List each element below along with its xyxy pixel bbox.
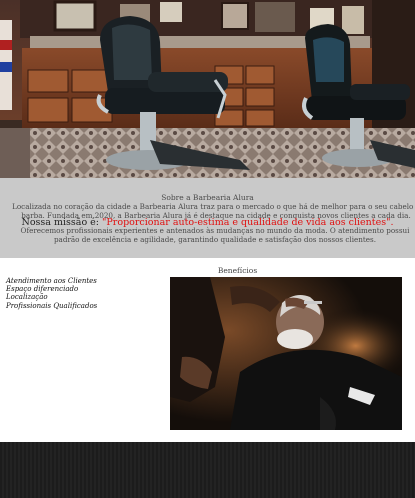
barbershop-interior-illustration (0, 0, 415, 178)
barber-shaving-illustration (170, 277, 402, 430)
benefit-item: Localização (6, 293, 48, 302)
benefits-list: Atendimento aos Clientes Espaço diferenc… (6, 277, 97, 310)
barber-shaving-photo (170, 277, 402, 430)
about-title: Sobre a Barbearia Alura (161, 193, 254, 202)
benefit-item: Profissionais Qualificados (6, 301, 98, 310)
about-section: Sobre a Barbearia Alura Localizada no co… (0, 178, 415, 258)
about-paragraph-2: Oferecemos profissionais experientes e a… (20, 226, 410, 244)
benefit-item: Atendimento aos Clientes (6, 277, 97, 285)
benefit-item: Espaço diferenciado (6, 285, 79, 294)
benefits-title: Benefícios (217, 266, 258, 275)
footer (0, 442, 415, 498)
hero-banner-image (0, 0, 415, 178)
